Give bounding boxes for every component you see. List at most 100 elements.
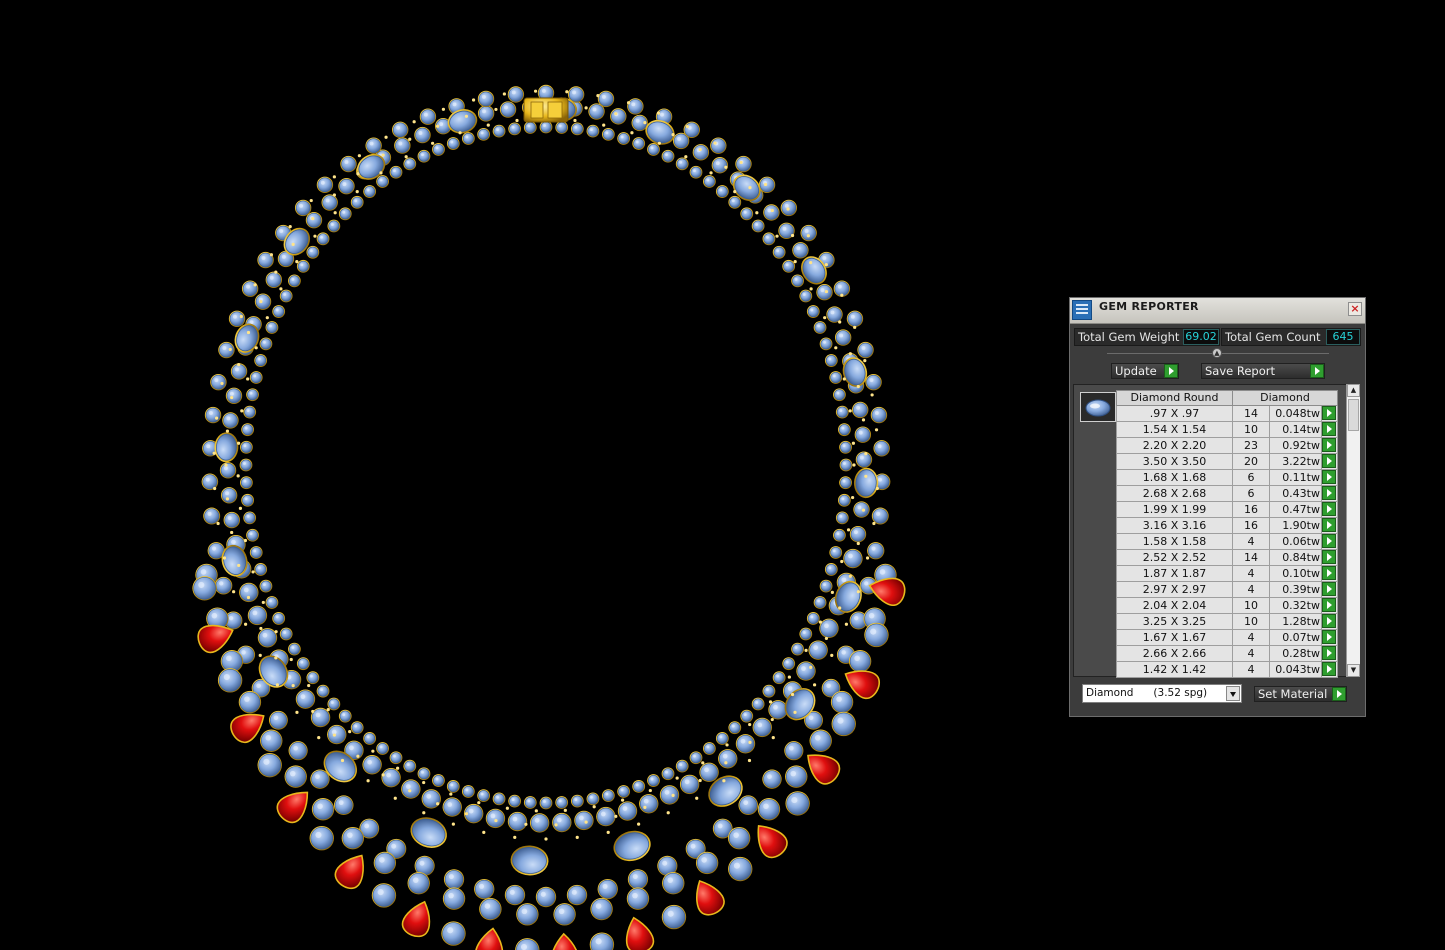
gem-weight-cell: 0.43tw — [1269, 485, 1322, 502]
play-icon — [1322, 534, 1336, 548]
gem-count-cell: 16 — [1232, 517, 1270, 534]
set-material-label: Set Material — [1258, 687, 1328, 701]
chevron-down-icon[interactable] — [1226, 686, 1240, 701]
collapse-icon[interactable]: ▲ — [1212, 348, 1222, 358]
necklace-gems — [192, 84, 906, 950]
row-go-button[interactable] — [1321, 613, 1338, 630]
table-row[interactable]: 3.25 X 3.25 10 1.28tw — [1116, 613, 1338, 630]
row-go-button[interactable] — [1321, 469, 1338, 486]
play-icon — [1322, 518, 1336, 532]
gem-count-cell: 10 — [1232, 421, 1270, 438]
play-icon — [1322, 502, 1336, 516]
column-header-shape[interactable]: Diamond Round — [1116, 390, 1233, 406]
scroll-up-icon[interactable]: ▲ — [1347, 384, 1360, 397]
gem-weight-cell: 0.043tw — [1269, 661, 1322, 678]
row-go-button[interactable] — [1321, 581, 1338, 598]
table-row[interactable]: 2.52 X 2.52 14 0.84tw — [1116, 549, 1338, 566]
gem-weight-cell: 1.28tw — [1269, 613, 1322, 630]
row-go-button[interactable] — [1321, 437, 1338, 454]
play-icon — [1322, 614, 1336, 628]
panel-title: GEM REPORTER — [1099, 300, 1199, 313]
table-row[interactable]: 3.16 X 3.16 16 1.90tw — [1116, 517, 1338, 534]
row-go-button[interactable] — [1321, 597, 1338, 614]
table-row[interactable]: 1.68 X 1.68 6 0.11tw — [1116, 469, 1338, 486]
gem-count-cell: 6 — [1232, 485, 1270, 502]
table-row[interactable]: .97 X .97 14 0.048tw — [1116, 405, 1338, 422]
gem-preview-icon[interactable] — [1080, 392, 1116, 422]
gem-reporter-panel: GEM REPORTER × Total Gem Weight 69.02 To… — [1069, 297, 1366, 717]
play-icon — [1310, 364, 1324, 378]
scrollbar-thumb[interactable] — [1348, 399, 1359, 431]
necklace-render[interactable] — [0, 0, 1060, 950]
table-row[interactable]: 1.54 X 1.54 10 0.14tw — [1116, 421, 1338, 438]
table-row[interactable]: 2.20 X 2.20 23 0.92tw — [1116, 437, 1338, 454]
total-gem-weight-text: Total Gem Weight — [1078, 330, 1180, 344]
panel-titlebar[interactable]: GEM REPORTER × — [1070, 298, 1365, 324]
table-row[interactable]: 1.87 X 1.87 4 0.10tw — [1116, 565, 1338, 582]
play-icon — [1322, 598, 1336, 612]
gem-size-cell: 1.42 X 1.42 — [1116, 661, 1233, 678]
row-go-button[interactable] — [1321, 517, 1338, 534]
gem-weight-cell: 0.07tw — [1269, 629, 1322, 646]
play-icon — [1322, 662, 1336, 676]
set-material-button[interactable]: Set Material — [1254, 686, 1347, 702]
row-go-button[interactable] — [1321, 421, 1338, 438]
gem-size-cell: 1.54 X 1.54 — [1116, 421, 1233, 438]
gem-count-cell: 10 — [1232, 597, 1270, 614]
row-go-button[interactable] — [1321, 645, 1338, 662]
play-icon — [1322, 454, 1336, 468]
table-row[interactable]: 1.67 X 1.67 4 0.07tw — [1116, 629, 1338, 646]
table-row[interactable]: 1.42 X 1.42 4 0.043tw — [1116, 661, 1338, 678]
column-header-material[interactable]: Diamond — [1232, 390, 1338, 406]
material-select-value: Diamond (3.52 spg) — [1086, 687, 1208, 699]
table-row[interactable]: 1.58 X 1.58 4 0.06tw — [1116, 533, 1338, 550]
gem-count-cell: 4 — [1232, 645, 1270, 662]
row-go-button[interactable] — [1321, 453, 1338, 470]
table-row[interactable]: 2.68 X 2.68 6 0.43tw — [1116, 485, 1338, 502]
table-row[interactable]: 2.66 X 2.66 4 0.28tw — [1116, 645, 1338, 662]
gem-weight-cell: 0.06tw — [1269, 533, 1322, 550]
clasp — [523, 97, 569, 123]
save-report-button[interactable]: Save Report — [1201, 363, 1325, 379]
play-icon — [1322, 486, 1336, 500]
material-select[interactable]: Diamond (3.52 spg) — [1082, 684, 1242, 703]
play-icon — [1332, 687, 1346, 701]
update-label: Update — [1115, 364, 1157, 378]
gem-count-cell: 4 — [1232, 533, 1270, 550]
row-go-button[interactable] — [1321, 485, 1338, 502]
row-go-button[interactable] — [1321, 629, 1338, 646]
table-row[interactable]: 2.97 X 2.97 4 0.39tw — [1116, 581, 1338, 598]
gem-count-cell: 14 — [1232, 549, 1270, 566]
table-row[interactable]: 2.04 X 2.04 10 0.32tw — [1116, 597, 1338, 614]
gem-report-table: Diamond Round Diamond .97 X .97 14 0.048tw… — [1116, 390, 1338, 678]
row-go-button[interactable] — [1321, 549, 1338, 566]
row-go-button[interactable] — [1321, 405, 1338, 422]
gem-size-cell: 2.20 X 2.20 — [1116, 437, 1233, 454]
table-row[interactable]: 3.50 X 3.50 20 3.22tw — [1116, 453, 1338, 470]
scroll-down-icon[interactable]: ▼ — [1347, 664, 1360, 677]
play-icon — [1322, 470, 1336, 484]
total-gem-count-text: Total Gem Count — [1225, 330, 1321, 344]
row-go-button[interactable] — [1321, 565, 1338, 582]
row-go-button[interactable] — [1321, 533, 1338, 550]
gem-size-cell: 2.68 X 2.68 — [1116, 485, 1233, 502]
table-row[interactable]: 1.99 X 1.99 16 0.47tw — [1116, 501, 1338, 518]
row-go-button[interactable] — [1321, 661, 1338, 678]
gem-weight-cell: 0.10tw — [1269, 565, 1322, 582]
gem-weight-cell: 0.84tw — [1269, 549, 1322, 566]
row-go-button[interactable] — [1321, 501, 1338, 518]
gem-size-cell: 2.52 X 2.52 — [1116, 549, 1233, 566]
table-scrollbar[interactable]: ▲ ▼ — [1346, 384, 1360, 677]
gem-size-cell: 1.68 X 1.68 — [1116, 469, 1233, 486]
update-button[interactable]: Update — [1111, 363, 1179, 379]
gem-count-cell: 14 — [1232, 405, 1270, 422]
gem-size-cell: 1.58 X 1.58 — [1116, 533, 1233, 550]
gem-count-cell: 10 — [1232, 613, 1270, 630]
play-icon — [1322, 406, 1336, 420]
close-button[interactable]: × — [1348, 302, 1362, 316]
gem-size-cell: 1.99 X 1.99 — [1116, 501, 1233, 518]
gem-weight-cell: 0.28tw — [1269, 645, 1322, 662]
gem-weight-cell: 0.47tw — [1269, 501, 1322, 518]
gem-count-cell: 16 — [1232, 501, 1270, 518]
play-icon — [1164, 364, 1178, 378]
